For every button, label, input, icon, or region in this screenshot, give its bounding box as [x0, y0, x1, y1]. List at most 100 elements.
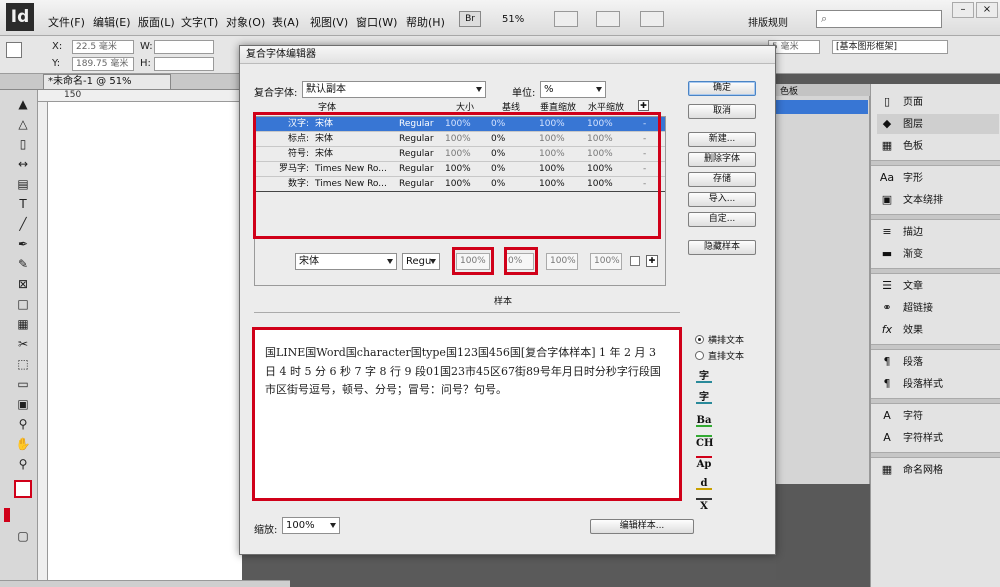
ascender-icon[interactable]: Ap — [696, 456, 712, 470]
panel-paragraph-styles[interactable]: ¶ 段落样式 — [877, 374, 999, 394]
h-field[interactable] — [154, 57, 214, 71]
y-field[interactable]: 189.75 毫米 — [72, 57, 134, 71]
menu-bar: Id 文件(F) 编辑(E) 版面(L) 文字(T) 对象(O) 表(A) 视图… — [0, 0, 1000, 36]
screen-mode-icon[interactable] — [596, 11, 620, 27]
horizontal-scale-field[interactable]: 100% — [590, 253, 622, 270]
x-field[interactable]: 22.5 毫米 — [72, 40, 134, 54]
menu-table[interactable]: 表(A) — [272, 14, 299, 30]
menu-help[interactable]: 帮助(H) — [406, 14, 445, 30]
panel-effects[interactable]: fx 效果 — [877, 320, 999, 340]
icf-box-icon[interactable]: 字 — [696, 391, 712, 404]
document-tab[interactable]: *未命名-1 @ 51% — [43, 74, 171, 90]
swatches-tab[interactable]: 色板 — [776, 84, 870, 97]
type-tool-icon[interactable]: T — [14, 196, 32, 212]
zoom-tool-icon[interactable]: ⚲ — [14, 456, 32, 472]
panel-layers[interactable]: ◆ 图层 — [877, 114, 999, 134]
vertical-radio[interactable] — [695, 351, 704, 360]
horizontal-radio[interactable] — [695, 335, 704, 344]
hand-tool-icon[interactable]: ✋ — [14, 436, 32, 452]
cap-height-icon[interactable]: CH — [696, 435, 713, 449]
menu-type[interactable]: 文字(T) — [181, 14, 218, 30]
menu-edit[interactable]: 编辑(E) — [93, 14, 131, 30]
panel-stroke[interactable]: ≡ 描边 — [877, 222, 999, 242]
glyphs-icon: Aa — [879, 171, 895, 184]
rectangle-tool-icon[interactable]: □ — [14, 296, 32, 312]
search-input[interactable]: ⌕ — [816, 10, 942, 28]
fill-stroke-icon[interactable] — [14, 480, 32, 498]
option-checkbox[interactable] — [630, 256, 640, 266]
menu-layout[interactable]: 版面(L) — [138, 14, 175, 30]
ideographic-em-box-icon[interactable]: 字 — [696, 370, 712, 383]
direct-selection-tool-icon[interactable]: △ — [14, 116, 32, 132]
reference-point-icon[interactable] — [6, 42, 22, 58]
workspace-switcher[interactable]: 排版规则 — [748, 14, 788, 29]
menu-object[interactable]: 对象(O) — [226, 14, 265, 30]
menu-window[interactable]: 窗口(W) — [356, 14, 397, 30]
pencil-tool-icon[interactable]: ✎ — [14, 256, 32, 272]
view-options-icon[interactable] — [554, 11, 578, 27]
table-tool-icon[interactable]: ▦ — [14, 316, 32, 332]
panel-text-wrap[interactable]: ▣ 文本绕排 — [877, 190, 999, 210]
eyedropper-tool-icon[interactable]: ⚲ — [14, 416, 32, 432]
arrange-documents-icon[interactable] — [640, 11, 664, 27]
grid-options-icon[interactable]: ✚ — [638, 100, 649, 111]
ok-button[interactable]: 确定 — [688, 81, 756, 96]
descender-icon[interactable]: d — [696, 477, 712, 490]
panel-glyphs[interactable]: Aa 字形 — [877, 168, 999, 188]
new-button[interactable]: 新建... — [688, 132, 756, 147]
grid-options-icon[interactable]: ✚ — [646, 255, 658, 267]
menu-file[interactable]: 文件(F) — [48, 14, 85, 30]
panel-label: 文本绕排 — [903, 195, 943, 206]
panel-swatches[interactable]: ▦ 色板 — [877, 136, 999, 156]
pen-tool-icon[interactable]: ✒ — [14, 236, 32, 252]
paragraph-styles-icon: ¶ — [883, 377, 891, 390]
panel-hyperlinks[interactable]: ⚭ 超链接 — [877, 298, 999, 318]
font-style-dropdown[interactable]: Regu — [402, 253, 440, 270]
selection-tool-icon[interactable]: ▲ — [14, 96, 32, 112]
zoom-dropdown[interactable]: 100% — [282, 517, 340, 534]
composite-font-dropdown[interactable]: 默认副本 — [302, 81, 486, 98]
vertical-scale-field[interactable]: 100% — [546, 253, 578, 270]
gradient-tool-icon[interactable]: ▭ — [14, 376, 32, 392]
minimize-button[interactable]: – — [952, 2, 974, 18]
unit-dropdown[interactable]: % — [540, 81, 606, 98]
delete-font-button[interactable]: 删除字体 — [688, 152, 756, 167]
font-family-dropdown[interactable]: 宋体 — [295, 253, 397, 270]
panel-paragraph[interactable]: ¶ 段落 — [877, 352, 999, 372]
baseline-icon[interactable]: Ba — [696, 414, 712, 427]
screen-mode-tool-icon[interactable]: ▢ — [14, 528, 32, 544]
free-transform-tool-icon[interactable]: ⬚ — [14, 356, 32, 372]
effects-icon: fx — [881, 323, 893, 336]
layer-row-selected[interactable] — [776, 100, 868, 114]
document-canvas[interactable] — [48, 102, 242, 580]
gap-tool-icon[interactable]: ↔ — [14, 156, 32, 172]
save-button[interactable]: 存储 — [688, 172, 756, 187]
note-tool-icon[interactable]: ▣ — [14, 396, 32, 412]
panel-character-styles[interactable]: A 字符样式 — [877, 428, 999, 448]
x-height-icon[interactable]: X — [696, 498, 712, 512]
panel-named-grids[interactable]: ▦ 命名网格 — [877, 460, 999, 480]
close-button[interactable]: × — [976, 2, 998, 18]
edit-sample-button[interactable]: 编辑样本... — [590, 519, 694, 534]
cancel-button[interactable]: 取消 — [688, 104, 756, 119]
rectangle-frame-tool-icon[interactable]: ⊠ — [14, 276, 32, 292]
line-tool-icon[interactable]: ╱ — [14, 216, 32, 232]
h-label: H: — [140, 58, 151, 69]
custom-button[interactable]: 自定... — [688, 212, 756, 227]
import-button[interactable]: 导入... — [688, 192, 756, 207]
panel-pages[interactable]: ▯ 页面 — [877, 92, 999, 112]
scissors-tool-icon[interactable]: ✂ — [14, 336, 32, 352]
panel-label: 段落样式 — [903, 379, 943, 390]
w-field[interactable] — [154, 40, 214, 54]
menu-view[interactable]: 视图(V) — [310, 14, 348, 30]
panel-character[interactable]: A 字符 — [877, 406, 999, 426]
object-style-dropdown[interactable]: [基本图形框架] — [832, 40, 948, 54]
zoom-level[interactable]: 51% — [502, 14, 524, 25]
panel-gradient[interactable]: ▬ 渐变 — [877, 244, 999, 264]
page-tool-icon[interactable]: ▯ — [14, 136, 32, 152]
panel-story[interactable]: ☰ 文章 — [877, 276, 999, 296]
content-collector-icon[interactable]: ▤ — [14, 176, 32, 192]
zoom-value: 100% — [286, 520, 315, 531]
bridge-button[interactable]: Br — [459, 11, 481, 27]
hide-sample-button[interactable]: 隐藏样本 — [688, 240, 756, 255]
